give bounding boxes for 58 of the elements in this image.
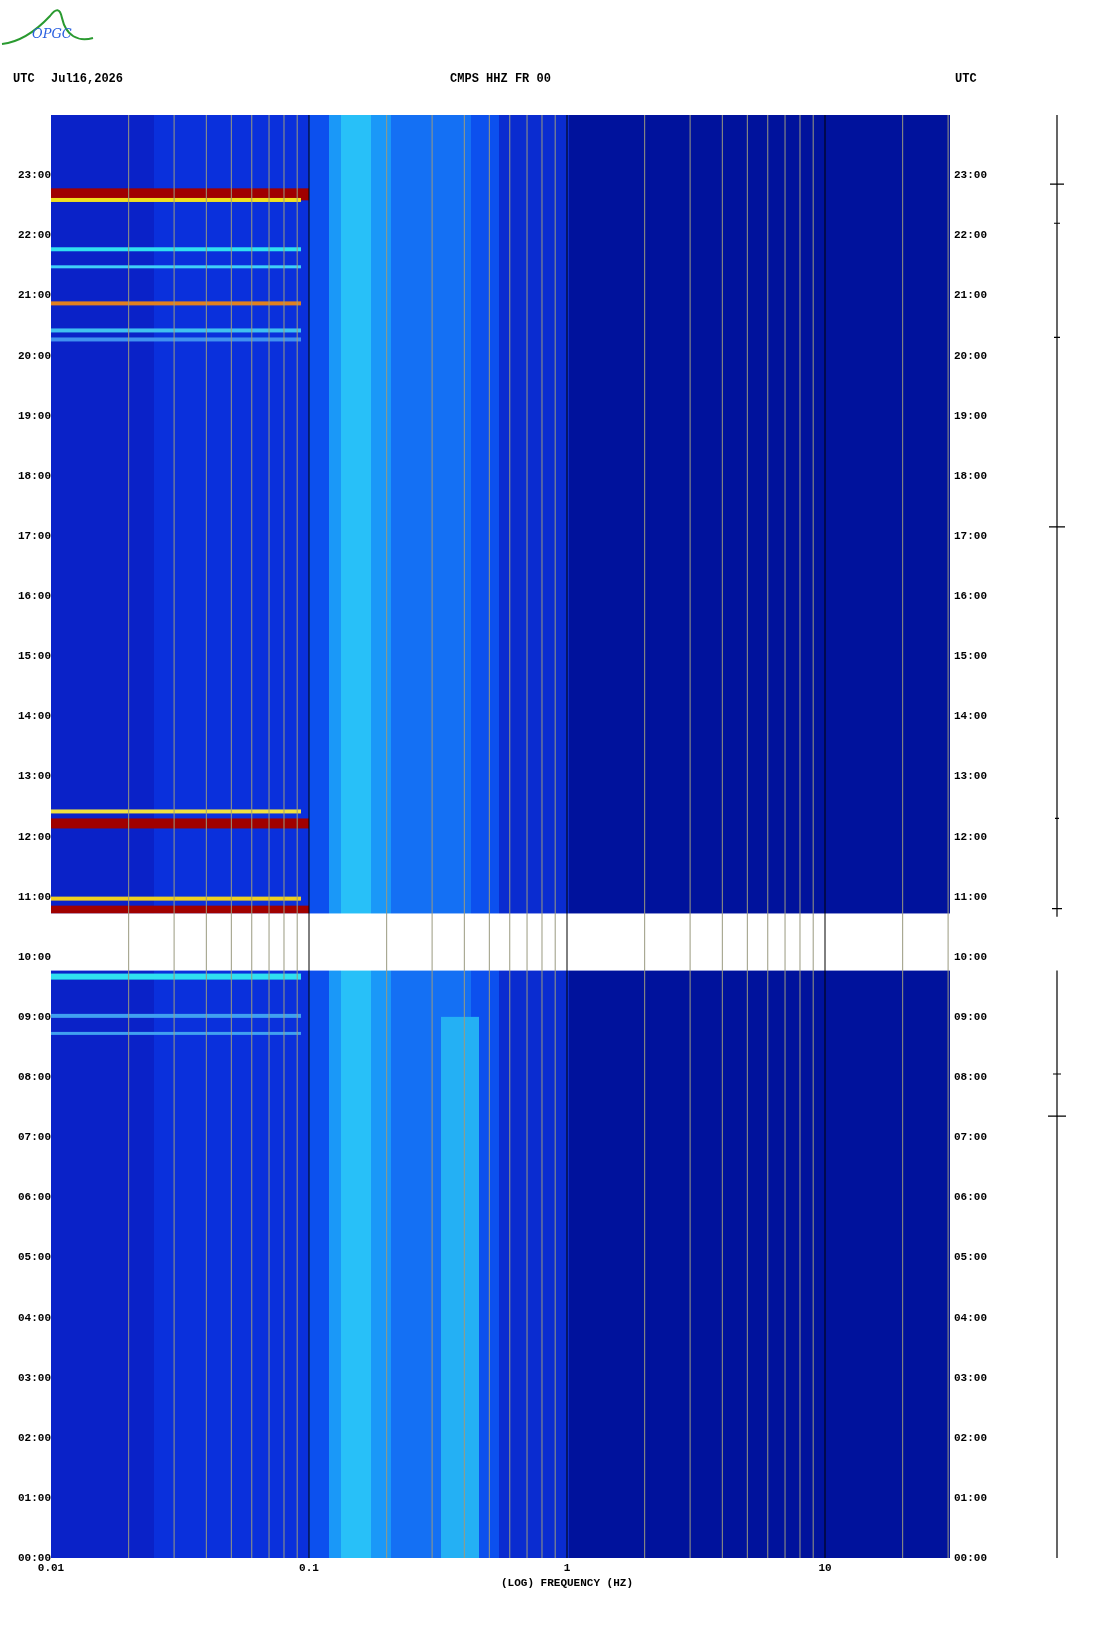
hour-label: 12:00 [953,830,987,843]
hour-label: 16:00 [953,590,987,602]
hour-label: 01:00 [18,1491,51,1504]
hour-label: 11:00 [18,890,51,903]
hour-label: 01:00 [953,1491,987,1504]
hour-label: 07:00 [18,1131,51,1144]
time-zone-label: UTC [954,72,978,86]
frequency-tick-label: 1 [563,1562,571,1574]
hour-label: 03:00 [18,1371,51,1384]
hour-label: 07:00 [953,1131,987,1144]
hour-label: 20:00 [953,349,987,362]
hour-label: 04:00 [953,1311,987,1324]
hour-label: 00:00 [953,1552,987,1564]
hour-label: 14:00 [18,710,51,723]
hour-label: 00:00 [18,1552,51,1564]
hour-label: 15:00 [18,650,51,663]
hour-label: 06:00 [953,1191,987,1204]
time-zone-label: UTC [12,72,36,86]
hour-label: 18:00 [18,469,51,482]
hour-label: 09:00 [953,1010,987,1023]
hour-label: 02:00 [18,1431,51,1444]
hour-label: 23:00 [18,169,51,182]
hour-label: 10:00 [953,950,987,963]
hour-label: 23:00 [953,169,987,182]
hour-label: 15:00 [953,650,987,663]
hour-label: 16:00 [18,590,51,602]
hour-label: 12:00 [18,830,51,843]
hour-label: 21:00 [953,289,987,302]
hour-label: 17:00 [953,529,987,542]
hour-label: 13:00 [18,770,51,783]
frequency-tick-label: 0.1 [299,1562,319,1574]
hour-label: 13:00 [953,770,987,783]
hour-label: 19:00 [18,409,51,422]
hour-label: 18:00 [953,469,987,482]
hour-label: 14:00 [953,710,987,723]
axis-title: (LOG) FREQUENCY (HZ) [500,1577,634,1589]
hour-label: 04:00 [18,1311,51,1324]
hour-label: 20:00 [18,349,51,362]
hour-label: 09:00 [18,1010,51,1023]
station-title: CMPS HHZ FR 00 [450,72,551,86]
hour-label: 19:00 [953,409,987,422]
hour-label: 05:00 [18,1251,51,1264]
hour-label: 11:00 [953,890,987,903]
logo: OPGC [0,2,95,50]
hour-label: 22:00 [18,229,51,242]
hour-label: 08:00 [18,1071,51,1083]
hour-label: 21:00 [18,289,51,302]
frequency-tick-label: 0.01 [37,1562,65,1574]
hour-label: 03:00 [953,1371,987,1384]
hour-label: 06:00 [18,1191,51,1204]
hour-label: 05:00 [953,1251,987,1264]
hour-label: 02:00 [953,1431,987,1444]
frequency-tick-label: 10 [818,1562,832,1574]
hour-label: 10:00 [18,950,51,963]
date-label: Jul16,2026 [51,72,124,86]
hour-label: 17:00 [18,529,51,542]
hour-label: 22:00 [953,229,987,242]
hour-label: 08:00 [953,1071,987,1083]
